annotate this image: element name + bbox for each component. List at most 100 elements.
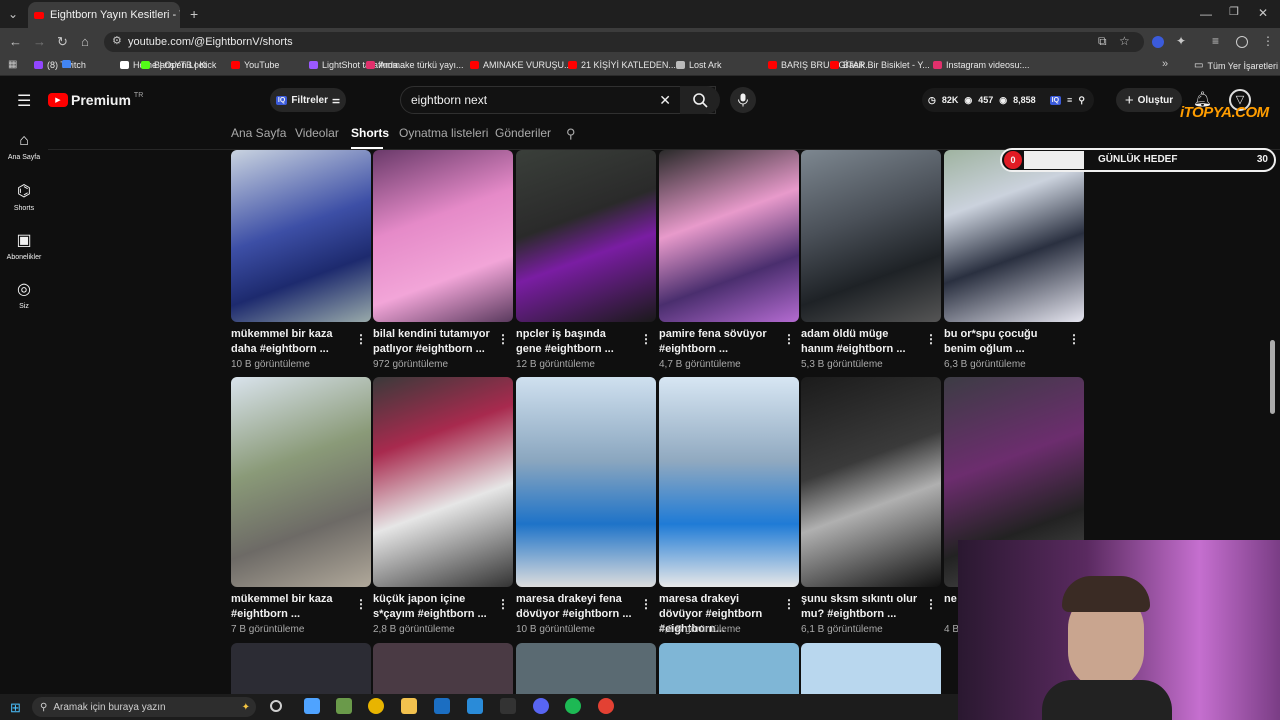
short-thumbnail[interactable] [516, 150, 656, 322]
taskbar-search[interactable]: ⚲ Aramak için buraya yazın ✦ [32, 697, 256, 717]
short-title[interactable]: adam öldü müge hanım #eightborn ... [801, 327, 919, 357]
short-title[interactable]: küçük japon içine s*çayım #eightborn ... [373, 592, 491, 622]
short-title[interactable]: bilal kendini tutamıyor patlıyor #eightb… [373, 327, 491, 357]
install-app-icon[interactable]: ⧉ [1098, 35, 1107, 47]
short-thumbnail[interactable] [801, 643, 941, 694]
short-title[interactable]: npcler iş başında gene #eightborn ... [516, 327, 634, 357]
bookmark-item[interactable] [62, 60, 75, 68]
search-button[interactable] [680, 86, 720, 114]
sidebar-item-home[interactable]: ⌂ Ana Sayfa [0, 132, 48, 161]
short-title[interactable]: pamire fena sövüyor #eightborn ... [659, 327, 777, 357]
tab-videos[interactable]: Videolar [295, 126, 339, 140]
short-thumbnail[interactable] [801, 377, 941, 587]
calculator-icon[interactable] [336, 698, 352, 714]
short-thumbnail[interactable] [231, 150, 371, 322]
short-thumbnail[interactable] [373, 150, 513, 322]
bookmark-item[interactable]: Lost Ark [676, 60, 722, 70]
short-thumbnail[interactable] [659, 150, 799, 322]
youtube-logo[interactable]: ▶ Premium TR [48, 92, 143, 108]
steam-icon[interactable] [434, 698, 450, 714]
url-field[interactable]: youtube.com/@EightbornV/shorts [104, 32, 1144, 52]
minimize-icon[interactable]: — [1200, 8, 1212, 20]
short-title[interactable]: mükemmel bir kaza daha #eightborn ... [231, 327, 349, 357]
tab-shorts[interactable]: Shorts [351, 126, 389, 140]
discord-icon[interactable] [533, 698, 549, 714]
more-options-icon[interactable]: ⋮ [497, 597, 509, 611]
bookmark-item[interactable]: Instagram videosu:... [933, 60, 1030, 70]
short-thumbnail[interactable] [231, 643, 371, 694]
more-options-icon[interactable]: ⋮ [355, 597, 367, 611]
menu-kebab-icon[interactable]: ⋮ [1262, 35, 1274, 47]
short-thumbnail[interactable] [373, 643, 513, 694]
more-bookmarks-icon[interactable]: » [1162, 59, 1168, 70]
window-close-icon[interactable]: ✕ [1258, 7, 1268, 19]
short-title[interactable]: mükemmel bir kaza #eightborn ... [231, 592, 349, 622]
reading-list-icon[interactable]: ≡ [1212, 35, 1219, 47]
more-options-icon[interactable]: ⋮ [925, 597, 937, 611]
spotify-icon[interactable] [565, 698, 581, 714]
more-options-icon[interactable]: ⋮ [355, 332, 367, 346]
short-thumbnail[interactable] [231, 377, 371, 587]
more-options-icon[interactable]: ⋮ [640, 332, 652, 346]
more-options-icon[interactable]: ⋮ [1068, 332, 1080, 346]
iq-icon[interactable]: IQ [1049, 95, 1062, 105]
task-view-icon[interactable] [270, 700, 282, 712]
bookmark-item[interactable]: YouTube [231, 60, 279, 70]
apps-grid-icon[interactable]: ▦ [8, 60, 17, 70]
short-thumbnail[interactable] [801, 150, 941, 322]
create-button[interactable]: + Oluştur [1116, 88, 1182, 112]
voice-search-button[interactable] [730, 87, 756, 113]
bookmark-item[interactable]: Basik Bir Bisiklet - Y... [830, 60, 930, 70]
short-title[interactable]: maresa drakeyi fena dövüyor #eightborn .… [516, 592, 634, 622]
short-thumbnail[interactable] [516, 377, 656, 587]
tab-search-icon[interactable]: ⌄ [8, 8, 18, 20]
bookmark-star-icon[interactable]: ☆ [1119, 35, 1130, 47]
short-title[interactable]: bu or*spu çocuğu benim oğlum ... [944, 327, 1062, 357]
bookmark-item[interactable]: 21 KİŞİYİ KATLEDEN... [568, 60, 676, 70]
channel-search-icon[interactable]: ⚲ [566, 126, 576, 142]
windows-start-icon[interactable]: ⊞ [10, 700, 21, 716]
short-thumbnail[interactable] [659, 643, 799, 694]
more-options-icon[interactable]: ⋮ [925, 332, 937, 346]
chrome-active-icon[interactable] [598, 698, 614, 714]
extensions-puzzle-icon[interactable]: ✦ [1176, 35, 1186, 47]
browser-tab[interactable]: Eightborn Yayın Kesitleri - YouT ✕ [28, 2, 180, 28]
hamburger-menu-icon[interactable]: ☰ [17, 91, 31, 111]
extension-icon[interactable] [1152, 36, 1164, 48]
sidebar-item-shorts[interactable]: ⌬ Shorts [0, 181, 48, 212]
app-icon[interactable] [500, 698, 516, 714]
more-options-icon[interactable]: ⋮ [783, 597, 795, 611]
copilot-icon[interactable] [304, 698, 320, 714]
short-thumbnail[interactable] [516, 643, 656, 694]
list-icon[interactable]: ≡ [1067, 95, 1072, 105]
all-bookmarks[interactable]: ▭ Tüm Yer İşaretleri [1194, 60, 1278, 71]
more-options-icon[interactable]: ⋮ [640, 597, 652, 611]
more-options-icon[interactable]: ⋮ [783, 332, 795, 346]
home-icon[interactable]: ⌂ [81, 35, 89, 48]
bookmark-item[interactable]: BarisYTB | Kick [141, 60, 216, 70]
new-tab-icon[interactable]: + [190, 7, 198, 21]
short-thumbnail[interactable] [944, 150, 1084, 322]
bookmark-item[interactable]: AMINAKE VURUŞU... [470, 60, 572, 70]
bookmark-item[interactable]: (8) Twitch [34, 60, 86, 70]
sidebar-item-you[interactable]: ◎ Siz [0, 279, 48, 310]
short-thumbnail[interactable] [659, 377, 799, 587]
more-options-icon[interactable]: ⋮ [497, 332, 509, 346]
vscode-icon[interactable] [467, 698, 483, 714]
restore-icon[interactable]: ❐ [1229, 7, 1239, 18]
site-info-icon[interactable]: ⚙ [112, 36, 122, 47]
filters-button[interactable]: IQ Filtreler ⚌ [270, 88, 346, 112]
search-input[interactable]: eightborn next ✕ [400, 86, 716, 114]
scrollbar-thumb[interactable] [1270, 340, 1275, 414]
bookmark-item[interactable]: Amınake türkü yayı... [366, 60, 464, 70]
short-thumbnail[interactable] [373, 377, 513, 587]
file-explorer-icon[interactable] [401, 698, 417, 714]
tab-home[interactable]: Ana Sayfa [231, 126, 286, 140]
tab-posts[interactable]: Gönderiler [495, 126, 551, 140]
forward-icon[interactable]: → [33, 35, 46, 48]
tab-playlists[interactable]: Oynatma listeleri [399, 126, 488, 140]
back-icon[interactable]: ← [9, 35, 22, 48]
profile-icon[interactable] [1236, 36, 1248, 48]
sidebar-item-subscriptions[interactable]: ▣ Abonelikler [0, 230, 48, 261]
reload-icon[interactable]: ↻ [57, 35, 68, 48]
